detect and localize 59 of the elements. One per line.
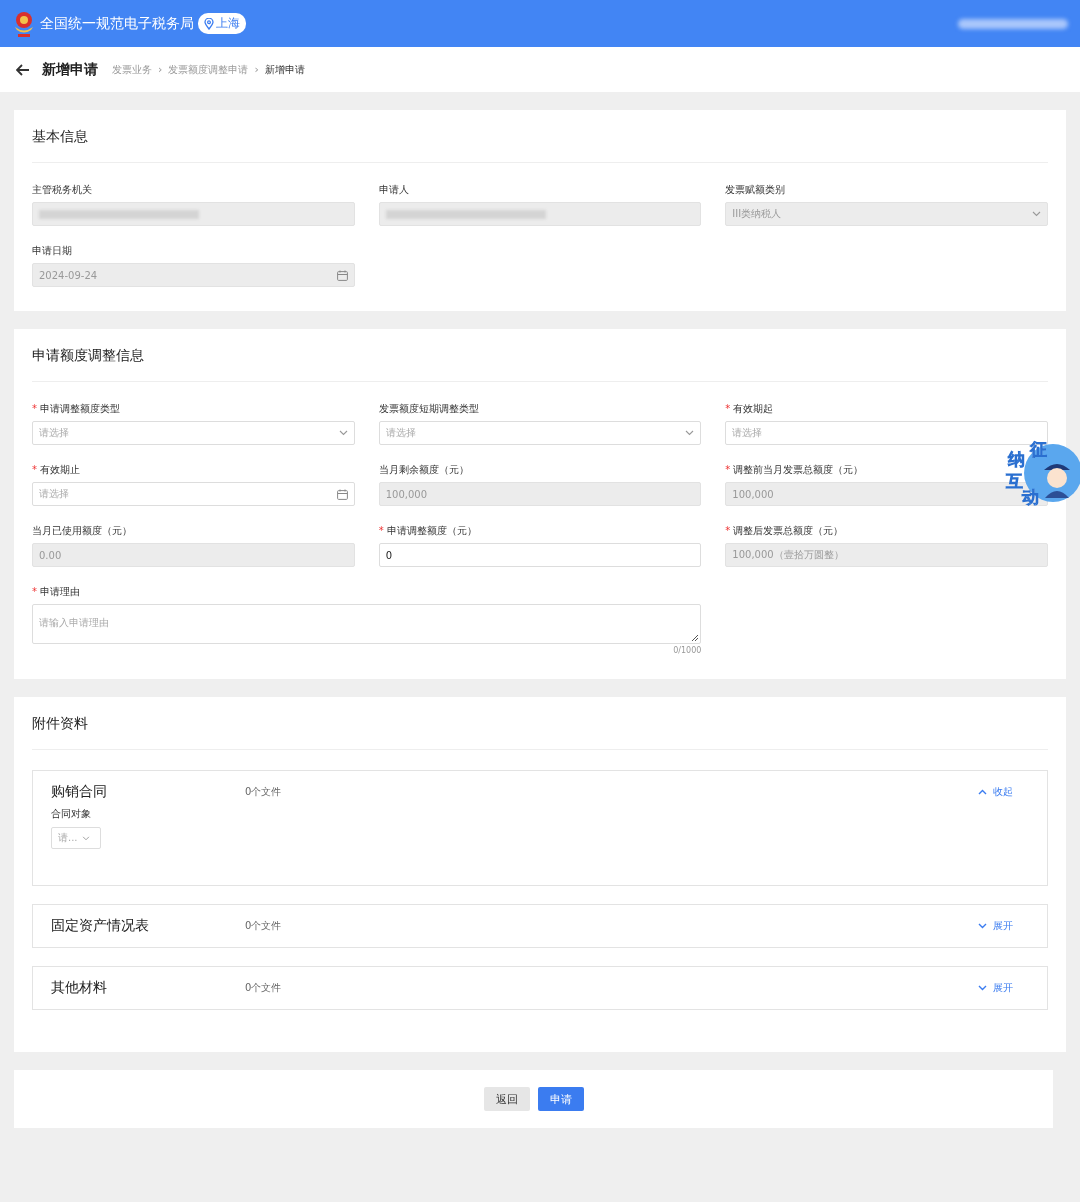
submit-button[interactable]: 申请 [537,1087,584,1111]
field-label: * 有效期止 [32,463,80,477]
breadcrumb-link[interactable]: 发票额度调整申请 [168,62,249,77]
resize-handle-icon[interactable] [692,635,699,641]
chevron-down-icon [338,430,348,436]
date-field[interactable]: 请选择 [32,482,355,506]
field-label: 合同对象 [51,807,91,821]
site-title: 全国统一规范电子税务局 [40,14,194,33]
input-field[interactable]: 0 [378,543,702,567]
field-label: * 有效期起 [725,402,774,416]
file-count: 0个文件 [245,981,282,995]
chevron-down-icon [81,835,90,841]
page-title: 新增申请 [42,60,98,79]
field-label: * 调整前当月发票总额度（元） [725,463,864,477]
select-field[interactable]: 请... [51,827,101,849]
chevron-down-icon [685,430,695,436]
breadcrumb-separator: › [158,63,163,76]
attachment-title: 固定资产情况表 [51,917,150,935]
emblem-icon [12,9,36,38]
calendar-icon [336,269,348,281]
expand-toggle[interactable]: 展开 [978,919,1013,933]
chevron-icon [978,923,987,929]
character-counter: 0/1000 [673,646,702,655]
location-button[interactable]: 上海 [198,13,246,34]
field-label: 发票赋额类别 [725,183,786,197]
chevron-down-icon [1032,211,1041,217]
attachment-title: 其他材料 [51,979,108,997]
calendar-icon [336,488,348,500]
expand-toggle[interactable]: 收起 [978,785,1013,799]
field-label: * 申请调整额度类型 [32,402,120,416]
field-label: 申请日期 [32,244,72,258]
file-count: 0个文件 [245,919,282,933]
attachment-title: 购销合同 [51,783,108,801]
section-title: 基本信息 [32,128,1048,163]
badge-character: 纳 [1008,448,1025,471]
field-label: * 申请调整额度（元） [378,524,477,538]
chevron-icon [978,789,987,795]
location-pin-icon [204,17,214,30]
reason-textarea[interactable]: 请输入申请理由 [32,604,702,644]
file-count: 0个文件 [245,785,282,799]
chevron-icon [978,985,987,991]
expand-toggle[interactable]: 展开 [978,981,1013,995]
field-label: 主管税务机关 [32,183,92,197]
back-button[interactable]: 返回 [483,1087,530,1111]
section-title: 申请额度调整信息 [32,347,1048,382]
breadcrumb-separator: › [254,63,259,76]
breadcrumb-link[interactable]: 发票业务 [112,62,152,77]
badge-character: 动 [1022,487,1039,509]
section-title: 附件资料 [32,715,1048,750]
select-field[interactable]: 请选择 [378,421,702,445]
field-label: * 调整后发票总额度（元） [725,524,844,538]
field-label: * 申请理由 [32,585,80,599]
field-label: 当月剩余额度（元） [378,463,469,477]
select-field[interactable]: 请选择 [32,421,355,445]
back-arrow-icon[interactable] [16,63,30,76]
field-label: 当月已使用额度（元） [32,524,132,538]
field-label: 发票额度短期调整类型 [378,402,479,416]
field-label: 申请人 [378,183,409,197]
breadcrumb-link[interactable]: 新增申请 [264,62,305,77]
